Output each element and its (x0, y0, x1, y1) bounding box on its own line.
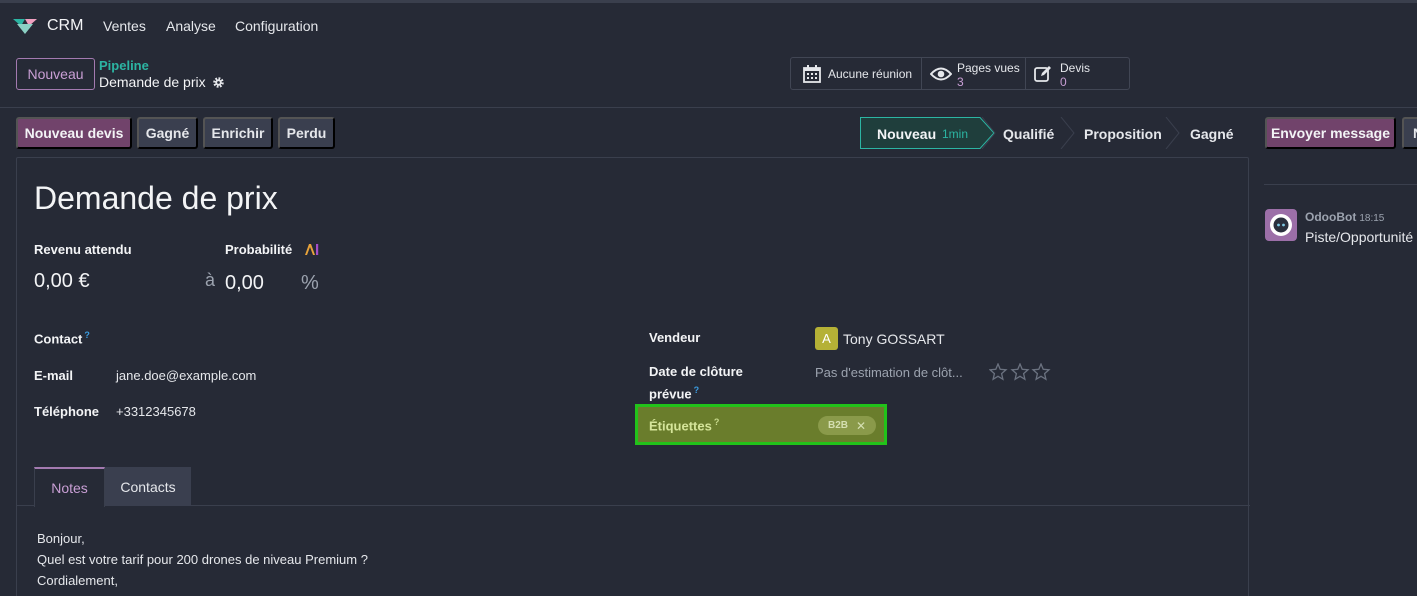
menu-analyse[interactable]: Analyse (166, 18, 216, 34)
stage-gagne[interactable]: Gagné (1190, 126, 1234, 142)
robot-icon (1270, 214, 1292, 236)
tag-label: B2B (828, 420, 849, 431)
lead-title[interactable]: Demande de prix (34, 180, 278, 217)
expected-revenue-label: Revenu attendu (34, 242, 132, 257)
close-date-label-text: prévue (649, 386, 692, 402)
form-sheet: Demande de prix Revenu attendu 0,00 € Pr… (16, 157, 1250, 596)
email-field[interactable]: jane.doe@example.com (116, 368, 256, 383)
close-date-help-icon[interactable]: ? (694, 385, 700, 395)
quotes-label: Devis (1060, 61, 1091, 75)
meetings-smart-button[interactable]: Aucune réunion (791, 58, 922, 89)
notes-line: Cordialement, (37, 573, 118, 588)
tags-label-text: Étiquettes (649, 418, 712, 434)
email-label: E-mail (34, 368, 74, 383)
contact-label: Contact? (34, 330, 90, 346)
eye-icon (930, 67, 952, 81)
enrich-button[interactable]: Enrichir (203, 117, 273, 149)
phone-label: Téléphone (34, 404, 100, 419)
phone-field[interactable]: +3312345678 (116, 404, 196, 419)
star-icon (1031, 363, 1051, 381)
ai-icon[interactable] (305, 243, 319, 256)
menu-ventes[interactable]: Ventes (103, 18, 146, 34)
contact-help-icon[interactable]: ? (84, 330, 90, 340)
close-date-label-line1: Date de clôture (649, 364, 743, 379)
notes-editor[interactable]: Bonjour, Quel est votre tarif pour 200 d… (37, 528, 368, 591)
tags-help-icon[interactable]: ? (714, 417, 720, 427)
salesperson-field[interactable]: Tony GOSSART (843, 331, 945, 347)
odoobot-avatar (1265, 209, 1297, 241)
smart-buttons: Aucune réunion Pages vues 3 Devis 0 (790, 57, 1130, 90)
expected-revenue-input[interactable]: 0,00 € (34, 270, 90, 293)
stage-statusbar: Nouveau 1min Qualifié Proposition Gagné (860, 117, 1248, 149)
close-date-label-line2: prévue? (649, 385, 699, 401)
quotes-value: 0 (1060, 75, 1067, 89)
breadcrumb-pipeline[interactable]: Pipeline (99, 58, 149, 73)
priority-stars (989, 363, 1051, 381)
close-date-input[interactable]: Pas d'estimation de clôt... (815, 365, 963, 380)
probability-connector: à (205, 270, 216, 290)
contact-label-text: Contact (34, 331, 83, 347)
stage-current-label: Nouveau (877, 126, 937, 142)
star-icon (1010, 363, 1030, 381)
meetings-label: Aucune réunion (828, 67, 913, 81)
lost-button[interactable]: Perdu (278, 117, 335, 149)
stage-duration: 1min (942, 127, 969, 141)
probability-input[interactable]: 0,00 (225, 272, 264, 295)
tag-remove-icon[interactable]: ✕ (856, 419, 866, 433)
probability-label: Probabilité (225, 242, 293, 257)
tab-contacts[interactable]: Contacts (105, 467, 191, 506)
log-note-button[interactable]: N (1402, 117, 1417, 149)
quotes-smart-button[interactable]: Devis 0 (1026, 58, 1129, 89)
gear-icon[interactable] (212, 76, 225, 89)
notebook-tabs: Notes Contacts (17, 467, 1250, 507)
app-name[interactable]: CRM (47, 17, 83, 35)
author-name: OdooBot (1305, 210, 1357, 224)
probability-unit: % (301, 272, 319, 294)
tag-badge-b2b[interactable]: B2B ✕ (818, 416, 877, 435)
message-author: OdooBot 18:15 (1305, 210, 1384, 224)
chatter-divider (1264, 184, 1417, 185)
message-time: 18:15 (1359, 213, 1385, 224)
notes-line: Quel est votre tarif pour 200 drones de … (37, 552, 368, 567)
pages-label: Pages vues (957, 61, 1020, 75)
salesperson-avatar: A (815, 327, 838, 350)
new-quote-button[interactable]: Nouveau devis (16, 117, 132, 149)
tags-label: Étiquettes? (649, 417, 719, 433)
crm-logo-icon[interactable] (12, 16, 38, 36)
tab-notes[interactable]: Notes (34, 467, 105, 507)
tags-field-highlight[interactable]: Étiquettes? B2B ✕ (635, 404, 887, 445)
control-panel-divider (0, 107, 1417, 108)
pages-smart-button[interactable]: Pages vues 3 (922, 58, 1026, 89)
stage-qualifie[interactable]: Qualifié (1003, 126, 1054, 142)
star-icon (989, 363, 1008, 381)
calendar-icon (803, 65, 821, 83)
edit-icon (1034, 66, 1051, 82)
main-navbar: CRM Ventes Analyse Configuration (0, 3, 1417, 47)
notes-line: Bonjour, (37, 531, 85, 546)
stage-proposition[interactable]: Proposition (1084, 126, 1162, 142)
pages-value: 3 (957, 75, 964, 89)
salesperson-label: Vendeur (649, 330, 701, 345)
breadcrumb-current: Demande de prix (99, 74, 206, 90)
menu-configuration[interactable]: Configuration (235, 18, 318, 34)
won-button[interactable]: Gagné (137, 117, 198, 149)
new-record-button[interactable]: Nouveau (16, 58, 95, 90)
message-body: Piste/Opportunité (1305, 229, 1414, 245)
send-message-button[interactable]: Envoyer message (1265, 117, 1396, 149)
